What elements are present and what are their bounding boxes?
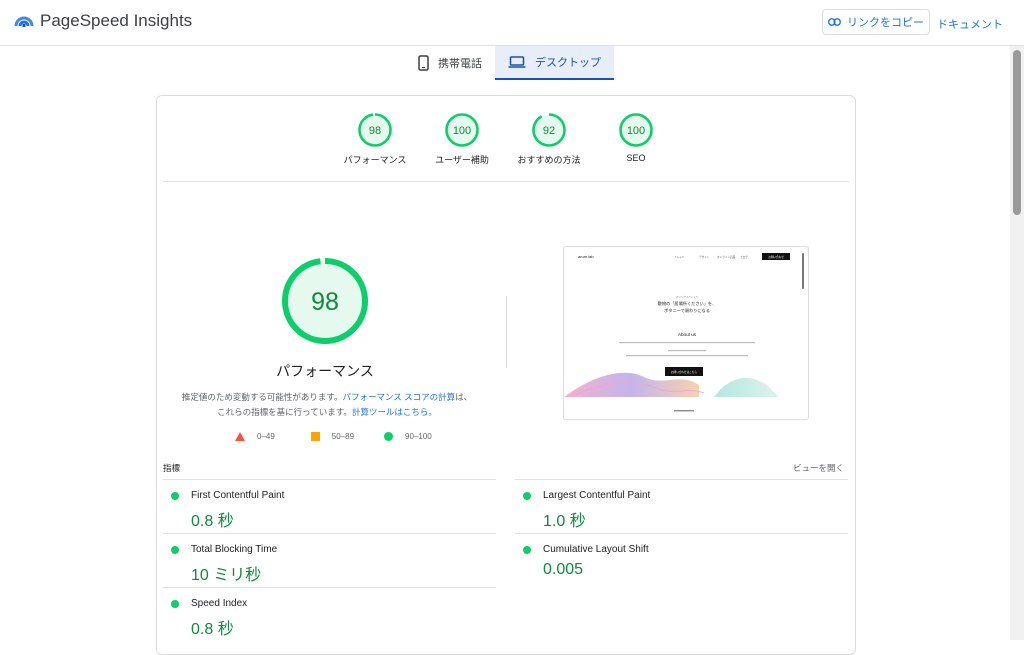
metric-value: 1.0 秒 [543, 513, 586, 530]
metric-value: 0.005 [543, 561, 584, 578]
shot-heading-1: 敷物の「居場所ください」を、 [658, 300, 717, 307]
gauge-score: 92 [543, 125, 555, 137]
category-label: パフォーマンス [343, 155, 407, 165]
metric-si: Speed Index 0.8 秒 [163, 587, 496, 641]
copy-link-label: リンクをコピー [847, 17, 924, 29]
copy-link-button[interactable]: リンクをコピー [822, 9, 930, 35]
legend-pass-range: 90–100 [405, 432, 432, 441]
shot-nav-0: Tシャツ [675, 255, 685, 259]
metric-fcp: First Contentful Paint 0.8 秒 [163, 479, 496, 533]
shot-nav-3: ブログ [740, 255, 748, 259]
expand-view-toggle[interactable]: ビューを開く [793, 462, 844, 474]
shot-about: About us [678, 332, 697, 337]
metric-name: Speed Index [191, 598, 248, 609]
gauge-best-practices: 92 [532, 113, 566, 147]
shot-heading-2: ボタニーで頑わりになる [664, 307, 710, 314]
metric-value: 0.8 秒 [191, 621, 234, 638]
circle-icon [384, 432, 394, 441]
gauge-score: 100 [453, 125, 471, 137]
metric-cls: Cumulative Layout Shift 0.005 [515, 533, 848, 587]
smartphone-icon [418, 55, 429, 71]
gauge-performance: 98 [358, 113, 392, 147]
shot-brand: arum lab [578, 254, 594, 259]
tab-mobile-label: 携帯電話 [438, 58, 482, 70]
metric-value: 10 ミリ秒 [191, 567, 262, 584]
pass-dot-icon [523, 546, 531, 554]
calculator-link[interactable]: 計算ツールはこちら。 [352, 407, 437, 417]
pass-dot-icon [171, 546, 179, 554]
screenshot-thumbnail: arum lab Tシャツ デザイン オンライン店舗 ブログ お問い合わせ オリ… [564, 253, 804, 412]
performance-title: パフォーマンス [276, 363, 374, 379]
performance-score: 98 [311, 288, 339, 316]
section-divider [163, 181, 849, 182]
report-card: 98 パフォーマンス 100 ユーザー補助 92 おすすめの方法 100 SEO… [156, 95, 856, 655]
metric-lcp: Largest Contentful Paint 1.0 秒 [515, 479, 848, 533]
final-screenshot[interactable]: arum lab Tシャツ デザイン オンライン店舗 ブログ お問い合わせ オリ… [563, 246, 809, 420]
docs-link[interactable]: ドキュメント [937, 16, 1003, 32]
shot-heading-small: オリジナルTシャツ [676, 295, 699, 299]
score-calculation-link[interactable]: パフォーマンス スコアの計算 [342, 392, 455, 402]
page-scrollbar[interactable] [1010, 46, 1024, 640]
category-best-practices[interactable]: 92 おすすめの方法 [509, 112, 589, 166]
gauge-seo: 100 [619, 113, 653, 147]
legend-average-range: 50–89 [331, 432, 355, 441]
app-title: PageSpeed Insights [40, 11, 193, 30]
category-label: ユーザー補助 [435, 155, 489, 165]
legend-average: 50–89 [310, 432, 355, 441]
scrollbar-thumb[interactable] [1013, 50, 1021, 215]
score-legend: 0–49 50–89 90–100 [235, 432, 432, 441]
tab-desktop[interactable]: デスクトップ [495, 46, 614, 80]
pagespeed-logo-icon [14, 16, 34, 27]
metric-name: First Contentful Paint [191, 490, 285, 501]
shot-nav-1: デザイン [699, 255, 710, 259]
metric-tbt: Total Blocking Time 10 ミリ秒 [163, 533, 496, 587]
performance-description: 推定値のため変動する可能性があります。パフォーマンス スコアの計算は、これらの指… [179, 390, 475, 420]
performance-gauge: 98 [282, 258, 368, 344]
square-icon [310, 432, 320, 441]
metric-name: Cumulative Layout Shift [543, 544, 649, 555]
tab-mobile[interactable]: 携帯電話 [405, 46, 495, 80]
metric-name: Total Blocking Time [191, 544, 278, 555]
metric-name: Largest Contentful Paint [543, 490, 651, 501]
category-performance[interactable]: 98 パフォーマンス [335, 112, 415, 166]
device-tabs: 携帯電話 デスクトップ [405, 46, 614, 80]
link-icon [828, 18, 841, 26]
category-label: おすすめの方法 [517, 155, 581, 165]
gauge-score: 98 [369, 125, 381, 137]
category-label: SEO [626, 153, 646, 163]
shot-cta: お問い合わせ [768, 255, 784, 259]
legend-pass: 90–100 [384, 432, 432, 441]
category-seo[interactable]: 100 SEO [596, 112, 676, 163]
gauge-score: 100 [627, 125, 645, 137]
gauge-accessibility: 100 [445, 113, 479, 147]
legend-fail-range: 0–49 [257, 432, 275, 441]
legend-fail: 0–49 [235, 432, 275, 441]
pass-dot-icon [171, 600, 179, 608]
desc-text-1: 推定値のため変動する可能性があります。 [181, 392, 343, 402]
metric-value: 0.8 秒 [191, 513, 234, 530]
tab-desktop-label: デスクトップ [535, 57, 601, 69]
category-accessibility[interactable]: 100 ユーザー補助 [422, 112, 502, 166]
pass-dot-icon [523, 492, 531, 500]
metrics-heading: 指標 [163, 463, 181, 473]
laptop-icon [508, 56, 526, 68]
shot-nav-2: オンライン店舗 [717, 255, 736, 259]
triangle-icon [235, 432, 245, 441]
top-bar: PageSpeed Insights リンクをコピー ドキュメント [0, 0, 1024, 46]
shot-button: お問い合わせはこちら [671, 370, 697, 374]
vertical-divider [506, 296, 507, 368]
pass-dot-icon [171, 492, 179, 500]
